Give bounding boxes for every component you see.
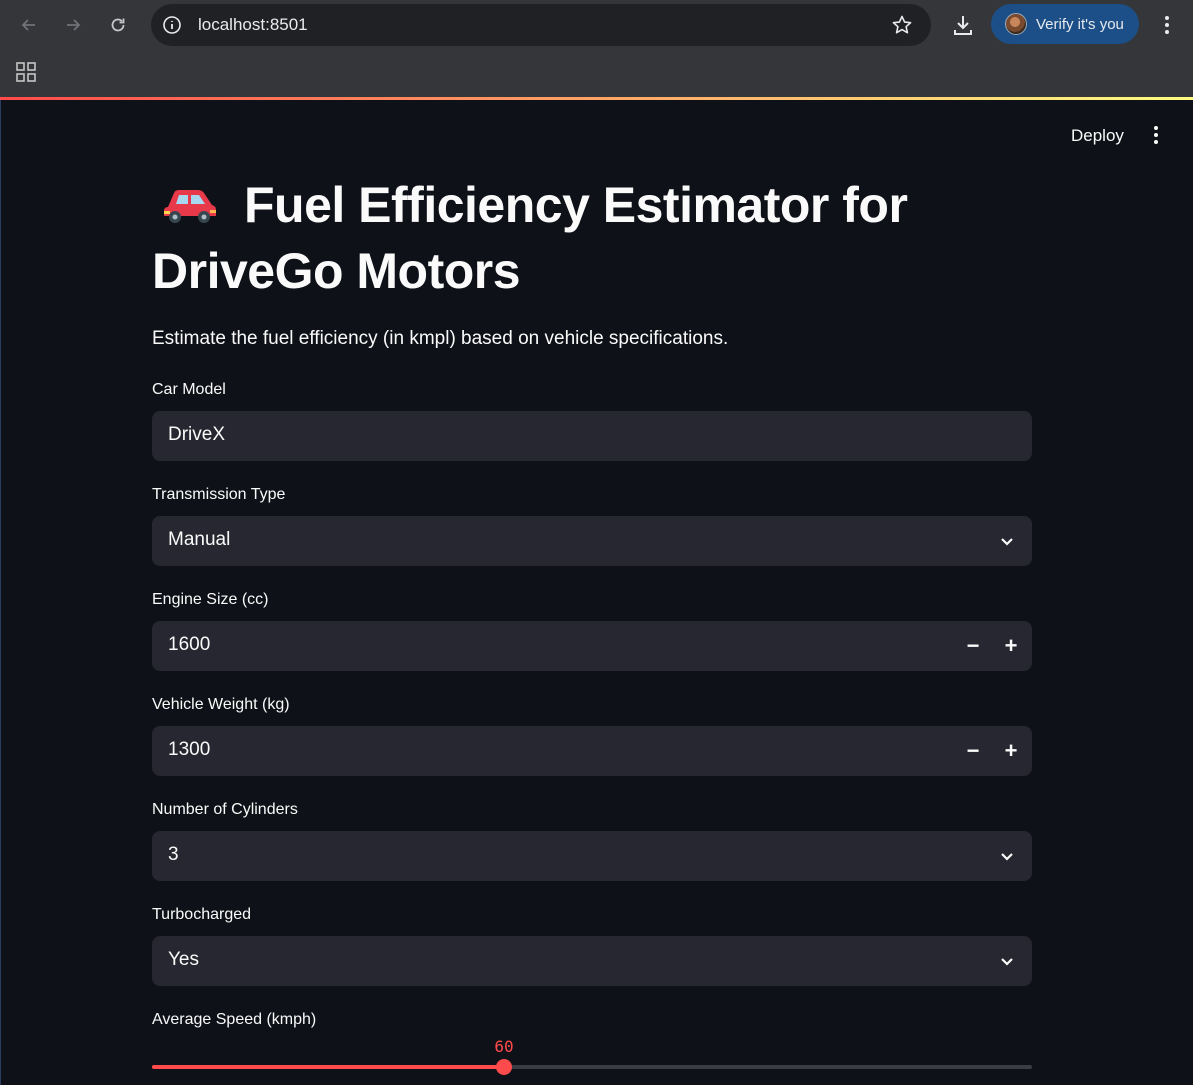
download-icon[interactable] <box>948 10 978 40</box>
engine-size-input[interactable]: 1600 − + <box>152 621 1032 671</box>
transmission-value: Manual <box>168 529 231 550</box>
reload-button[interactable] <box>101 8 135 42</box>
cylinders-select[interactable]: 3 <box>152 831 1032 881</box>
browser-menu-icon[interactable] <box>1156 12 1178 38</box>
avg-speed-slider[interactable] <box>152 1059 1032 1075</box>
chevron-down-icon[interactable] <box>998 532 1016 550</box>
deploy-button[interactable]: Deploy <box>1063 123 1132 149</box>
decoration-bar <box>0 97 1193 100</box>
engine-size-label: Engine Size (cc) <box>152 591 269 608</box>
page-title: Fuel Efficiency Estimator for DriveGo Mo… <box>152 172 1032 304</box>
apps-grid-icon[interactable] <box>15 61 37 83</box>
forward-arrow-icon <box>67 19 81 31</box>
url-text[interactable]: localhost:8501 <box>198 15 308 35</box>
avatar <box>1005 13 1027 35</box>
turbocharged-value: Yes <box>168 949 199 970</box>
vehicle-weight-value[interactable]: 1300 <box>168 739 210 761</box>
address-bar[interactable]: localhost:8501 <box>151 4 931 46</box>
avg-speed-label: Average Speed (kmph) <box>152 1011 317 1028</box>
engine-size-decrement-button[interactable]: − <box>960 633 986 659</box>
verify-label: Verify it's you <box>1036 16 1124 33</box>
car-emoji-icon <box>164 190 216 223</box>
forward-button[interactable] <box>56 8 90 42</box>
bookmark-star-icon[interactable] <box>891 14 913 36</box>
car-model-label: Car Model <box>152 381 226 398</box>
turbocharged-label: Turbocharged <box>152 906 252 923</box>
browser-toolbar: localhost:8501 Verify it's you <box>0 0 1193 50</box>
engine-size-value[interactable]: 1600 <box>168 634 210 656</box>
back-button[interactable] <box>12 8 46 42</box>
back-arrow-icon <box>21 19 35 31</box>
vehicle-weight-decrement-button[interactable]: − <box>960 738 986 764</box>
avg-speed-slider-thumb[interactable] <box>496 1059 512 1075</box>
verify-profile-button[interactable]: Verify it's you <box>991 4 1139 44</box>
vehicle-weight-input[interactable]: 1300 − + <box>152 726 1032 776</box>
bookmarks-bar <box>0 50 1193 97</box>
app-menu-icon[interactable] <box>1145 124 1167 146</box>
avg-speed-slider-fill <box>152 1065 504 1069</box>
window-edge <box>0 100 1 1085</box>
site-info-icon[interactable] <box>161 14 183 36</box>
chevron-down-icon[interactable] <box>998 952 1016 970</box>
chevron-down-icon[interactable] <box>998 847 1016 865</box>
vehicle-weight-increment-button[interactable]: + <box>998 738 1024 764</box>
avg-speed-value: 60 <box>494 1037 514 1056</box>
engine-size-increment-button[interactable]: + <box>998 633 1024 659</box>
car-model-input[interactable]: DriveX <box>152 411 1032 461</box>
cylinders-value: 3 <box>168 844 179 865</box>
cylinders-label: Number of Cylinders <box>152 801 298 818</box>
vehicle-weight-label: Vehicle Weight (kg) <box>152 696 290 713</box>
page-subtitle: Estimate the fuel efficiency (in kmpl) b… <box>152 328 729 349</box>
page-title-text: Fuel Efficiency Estimator for DriveGo Mo… <box>152 177 908 299</box>
transmission-select[interactable]: Manual <box>152 516 1032 566</box>
transmission-label: Transmission Type <box>152 486 286 503</box>
turbocharged-select[interactable]: Yes <box>152 936 1032 986</box>
car-model-value[interactable]: DriveX <box>168 424 225 446</box>
reload-icon <box>111 18 125 32</box>
